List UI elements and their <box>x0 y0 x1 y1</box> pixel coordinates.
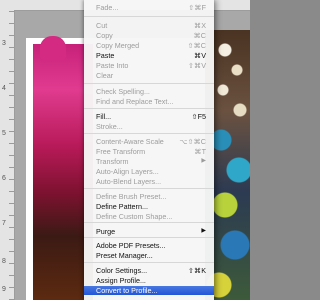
menu-item-label: Paste Into <box>96 61 129 70</box>
menu-item-paste-into: Paste Into ⇧⌘V <box>84 61 214 70</box>
menu-item-auto-blend-layers: Auto-Blend Layers... <box>84 177 214 186</box>
menu-item-label: Paste <box>96 51 115 60</box>
menu-item-label: Fade... <box>96 3 119 12</box>
menu-separator <box>84 108 214 109</box>
menu-item-shortcut: ⇧⌘V <box>187 61 206 70</box>
menu-item-label: Check Spelling... <box>96 87 150 96</box>
menu-separator <box>84 16 214 17</box>
menu-item-copy: Copy ⌘C <box>84 31 214 40</box>
submenu-arrow-icon: ▶ <box>201 158 206 164</box>
edit-menu: Fade... ⇧⌘F Cut ⌘X Copy ⌘C Copy Merged ⇧⌘C Paste… <box>84 0 214 300</box>
menu-item-preset-manager[interactable]: Preset Manager... <box>84 251 214 260</box>
menu-item-label: Assign Profile... <box>96 276 146 285</box>
menu-item-fade: Fade... ⇧⌘F <box>84 3 214 12</box>
menu-item-label: Purge <box>96 227 116 236</box>
menu-separator <box>84 262 214 263</box>
menu-item-shortcut: ⌘X <box>194 21 206 30</box>
menu-item-label: Auto-Align Layers... <box>96 167 159 176</box>
menu-item-define-brush-preset: Define Brush Preset... <box>84 192 214 201</box>
menu-item-shortcut: ⌘T <box>194 147 206 156</box>
menu-item-copy-merged: Copy Merged ⇧⌘C <box>84 41 214 50</box>
menu-item-label: Clear <box>96 71 114 80</box>
menu-item-define-pattern[interactable]: Define Pattern... <box>84 202 214 211</box>
menu-item-clear: Clear <box>84 71 214 80</box>
menu-separator <box>84 188 214 189</box>
menu-item-stroke: Stroke... <box>84 122 214 131</box>
ruler-number: 5 <box>2 130 6 137</box>
menu-item-shortcut: ⇧⌘F <box>188 3 206 12</box>
menu-separator <box>84 222 214 223</box>
menu-item-free-transform: Free Transform ⌘T <box>84 147 214 156</box>
menu-item-label: Color Settings... <box>96 266 148 275</box>
menu-item-transform: Transform ▶ <box>84 157 214 166</box>
menu-item-label: Adobe PDF Presets... <box>96 241 166 250</box>
menu-item-label: Convert to Profile... <box>96 286 158 295</box>
menu-item-label: Cut <box>96 21 108 30</box>
submenu-arrow-icon: ▶ <box>201 228 206 234</box>
menu-item-shortcut: ⇧⌘C <box>187 41 206 50</box>
ruler-number: 4 <box>2 85 6 92</box>
menu-separator <box>84 83 214 84</box>
menu-item-shortcut: ⌘V <box>194 51 206 60</box>
menu-item-auto-align-layers: Auto-Align Layers... <box>84 167 214 176</box>
menu-separator <box>84 133 214 134</box>
menu-item-color-settings[interactable]: Color Settings... ⇧⌘K <box>84 266 214 275</box>
menu-item-label: Free Transform <box>96 147 146 156</box>
menu-item-label: Define Custom Shape... <box>96 212 173 221</box>
menu-item-shortcut: ⌥⇧⌘C <box>179 137 206 146</box>
menu-item-label: Define Pattern... <box>96 202 148 211</box>
menu-item-adobe-pdf-presets[interactable]: Adobe PDF Presets... <box>84 241 214 250</box>
menu-item-label: Auto-Blend Layers... <box>96 177 162 186</box>
vertical-ruler: 3 4 5 6 7 8 9 <box>0 0 15 300</box>
menu-item-check-spelling: Check Spelling... <box>84 87 214 96</box>
menu-item-label: Fill... <box>96 112 112 121</box>
ruler-number: 6 <box>2 175 6 182</box>
menu-item-fill[interactable]: Fill... ⇧F5 <box>84 112 214 121</box>
menu-item-purge[interactable]: Purge ▶ <box>84 227 214 236</box>
menu-item-paste[interactable]: Paste ⌘V <box>84 51 214 60</box>
menu-item-assign-profile[interactable]: Assign Profile... <box>84 276 214 285</box>
menu-item-convert-to-profile[interactable]: Convert to Profile... <box>84 286 214 295</box>
menu-separator <box>84 237 214 238</box>
menu-item-shortcut: ⌘C <box>193 31 206 40</box>
menu-item-label: Copy Merged <box>96 41 140 50</box>
menu-item-shortcut: ⇧F5 <box>191 112 206 121</box>
ruler-number: 8 <box>2 258 6 265</box>
menu-item-label: Find and Replace Text... <box>96 97 174 106</box>
menu-item-cut: Cut ⌘X <box>84 21 214 30</box>
menu-item-define-custom-shape: Define Custom Shape... <box>84 212 214 221</box>
menu-item-label: Define Brush Preset... <box>96 192 167 201</box>
menu-item-shortcut: ⇧⌘K <box>187 266 206 275</box>
ruler-number: 9 <box>2 286 6 293</box>
menu-item-label: Preset Manager... <box>96 251 153 260</box>
photo-ribbon-bow <box>40 36 66 60</box>
menu-item-find-and-replace-text: Find and Replace Text... <box>84 97 214 106</box>
menu-item-content-aware-scale: Content-Aware Scale ⌥⇧⌘C <box>84 137 214 146</box>
menu-item-label: Stroke... <box>96 122 123 131</box>
menu-item-label: Transform <box>96 157 129 166</box>
menu-item-label: Copy <box>96 31 113 40</box>
menu-item-label: Content-Aware Scale <box>96 137 164 146</box>
ruler-number: 7 <box>2 220 6 227</box>
ruler-number: 3 <box>2 40 6 47</box>
